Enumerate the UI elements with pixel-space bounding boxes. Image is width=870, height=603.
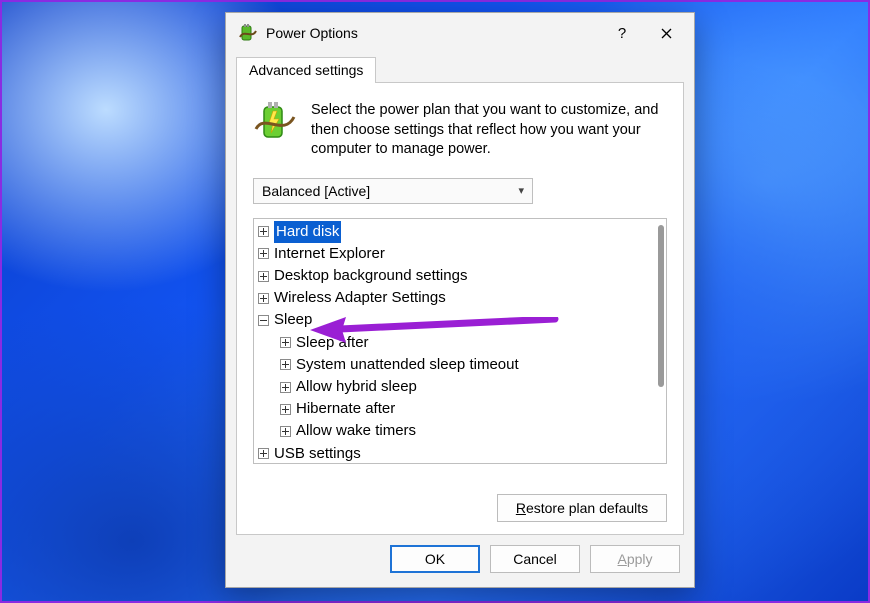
expand-icon[interactable] <box>280 382 291 393</box>
scrollbar-thumb[interactable] <box>658 225 664 387</box>
tab-strip: Advanced settings <box>226 55 694 83</box>
window-title: Power Options <box>266 25 600 41</box>
tree-item-label: Internet Explorer <box>274 243 385 265</box>
ok-button[interactable]: OK <box>390 545 480 573</box>
tree-item-label: Allow hybrid sleep <box>296 376 417 398</box>
button-label: OK <box>425 551 445 567</box>
expand-icon[interactable] <box>258 448 269 459</box>
tree-item-allow-hybrid-sleep[interactable]: Allow hybrid sleep <box>258 376 662 398</box>
expand-icon[interactable] <box>280 337 291 348</box>
expand-icon[interactable] <box>258 293 269 304</box>
chevron-down-icon: ▾ <box>518 184 524 197</box>
tree-item-label: USB settings <box>274 443 361 463</box>
tree-item-label: Hard disk <box>274 221 341 243</box>
expand-icon[interactable] <box>258 271 269 282</box>
power-plan-value: Balanced [Active] <box>262 183 370 199</box>
tree-item-label: Wireless Adapter Settings <box>274 287 446 309</box>
expand-icon[interactable] <box>280 404 291 415</box>
battery-power-icon <box>253 99 297 143</box>
button-label: Apply <box>617 551 652 567</box>
apply-button[interactable]: Apply <box>590 545 680 573</box>
expand-icon[interactable] <box>280 359 291 370</box>
title-bar: Power Options ? <box>226 13 694 53</box>
restore-defaults-button[interactable]: Restore plan defaults <box>497 494 667 522</box>
tree-item-label: Sleep <box>274 309 312 331</box>
power-options-app-icon <box>238 23 258 43</box>
expand-icon[interactable] <box>258 226 269 237</box>
tree-item-internet-explorer[interactable]: Internet Explorer <box>258 243 662 265</box>
settings-tree: Hard disk Internet Explorer Desktop back… <box>253 218 667 464</box>
tree-item-usb-settings[interactable]: USB settings <box>258 443 662 463</box>
tree-item-label: Allow wake timers <box>296 420 416 442</box>
intro-text: Select the power plan that you want to c… <box>311 99 667 160</box>
collapse-icon[interactable] <box>258 315 269 326</box>
tab-label: Advanced settings <box>249 62 363 78</box>
tree-item-sleep-after[interactable]: Sleep after <box>258 332 662 354</box>
button-label: Restore plan defaults <box>516 500 648 516</box>
dialog-footer: OK Cancel Apply <box>226 545 694 587</box>
cancel-button[interactable]: Cancel <box>490 545 580 573</box>
panel-footer: Restore plan defaults <box>253 482 667 522</box>
tree-item-hibernate-after[interactable]: Hibernate after <box>258 398 662 420</box>
tree-item-desktop-background[interactable]: Desktop background settings <box>258 265 662 287</box>
expand-icon[interactable] <box>280 426 291 437</box>
tab-advanced-settings[interactable]: Advanced settings <box>236 57 376 83</box>
close-icon <box>661 28 672 39</box>
tree-item-label: System unattended sleep timeout <box>296 354 519 376</box>
tree-item-label: Sleep after <box>296 332 369 354</box>
tree-item-label: Desktop background settings <box>274 265 467 287</box>
intro-row: Select the power plan that you want to c… <box>253 99 667 160</box>
tab-panel: Select the power plan that you want to c… <box>236 82 684 535</box>
tree-item-label: Hibernate after <box>296 398 395 420</box>
help-button[interactable]: ? <box>600 15 644 51</box>
button-label: Cancel <box>513 551 557 567</box>
tree-item-hard-disk[interactable]: Hard disk <box>258 221 662 243</box>
tree-item-allow-wake-timers[interactable]: Allow wake timers <box>258 420 662 442</box>
power-plan-select[interactable]: Balanced [Active] ▾ <box>253 178 533 204</box>
power-options-dialog: Power Options ? Advanced settings <box>225 12 695 588</box>
close-button[interactable] <box>644 15 688 51</box>
tree-item-system-unattended[interactable]: System unattended sleep timeout <box>258 354 662 376</box>
expand-icon[interactable] <box>258 248 269 259</box>
tree-item-sleep[interactable]: Sleep <box>258 309 662 331</box>
tree-item-wireless-adapter[interactable]: Wireless Adapter Settings <box>258 287 662 309</box>
